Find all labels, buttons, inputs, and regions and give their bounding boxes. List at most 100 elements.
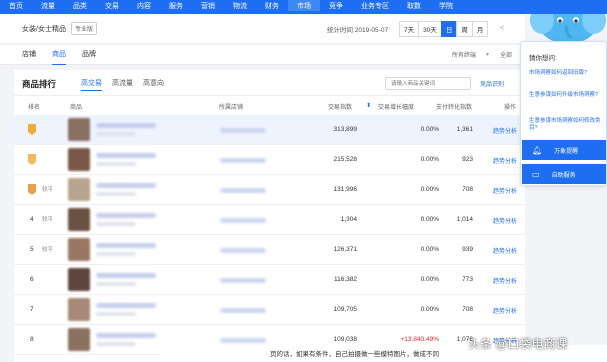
table-row[interactable]: 6 116,382 0.00% 773 趋势分析: [14, 265, 525, 295]
nav-item[interactable]: 业务专区: [352, 0, 398, 11]
nav-item[interactable]: 首页: [0, 0, 32, 11]
trend-analysis-link[interactable]: 趋势分析: [493, 156, 517, 165]
product-name-blurred[interactable]: [96, 303, 156, 308]
product-thumbnail[interactable]: [68, 268, 90, 291]
trend-analysis-link[interactable]: 趋势分析: [493, 246, 517, 255]
product-thumbnail[interactable]: [68, 328, 90, 351]
alert-button[interactable]: 🔔︎ 万象提醒: [522, 140, 606, 160]
nav-item[interactable]: 市场: [288, 0, 320, 11]
tab-high-traffic[interactable]: 高流量: [112, 78, 133, 91]
shop-name-blurred[interactable]: [220, 188, 266, 193]
nav-item[interactable]: 服务: [160, 0, 192, 11]
competitor-identify-link[interactable]: 竞品识别: [480, 79, 504, 88]
nav-item[interactable]: 内容: [128, 0, 160, 11]
range-tab[interactable]: 月: [471, 20, 489, 37]
col-conversion[interactable]: 支付转化指数: [436, 102, 472, 111]
nav-item[interactable]: 取数: [398, 0, 430, 11]
range-tab[interactable]: 7天: [399, 20, 420, 37]
shop-name-blurred[interactable]: [220, 218, 266, 223]
range-tab[interactable]: 30天: [418, 20, 442, 37]
product-thumbnail[interactable]: [68, 148, 90, 171]
shop-name-blurred[interactable]: [220, 278, 266, 283]
tab-high-intent[interactable]: 高意向: [143, 78, 164, 91]
product-name-blurred[interactable]: [96, 243, 156, 248]
table-row[interactable]: 5 较平 126,371 0.00% 939 趋势分析: [14, 235, 525, 265]
table-row[interactable]: 313,899 0.00% 1,361 趋势分析: [14, 115, 525, 145]
col-growth[interactable]: 交易增长幅度: [378, 102, 414, 111]
nav-item[interactable]: 营销: [192, 0, 224, 11]
product-name-blurred[interactable]: [96, 333, 156, 338]
range-tab[interactable]: 周: [456, 20, 473, 37]
col-rank: 排名: [28, 105, 41, 111]
filter-bar: 女装/女士精品 专业版 统计时间 2019-05-07 7天 30天日周月 <: [0, 14, 525, 44]
product-name-blurred[interactable]: [96, 273, 156, 278]
table-row[interactable]: 7 109,705 0.00% 708 趋势分析: [14, 295, 525, 325]
conversion-index: 923: [462, 156, 473, 163]
shop-name-blurred[interactable]: [220, 158, 266, 163]
nav-item[interactable]: 品类: [64, 0, 96, 11]
nav-item[interactable]: 交易: [96, 0, 128, 11]
product-name-blurred[interactable]: [96, 183, 156, 188]
col-shop: 所属店铺: [219, 105, 244, 111]
category-breadcrumb[interactable]: 女装/女士精品: [22, 24, 66, 34]
product-search-input[interactable]: [385, 77, 471, 90]
product-thumbnail[interactable]: [68, 178, 90, 201]
product-name-blurred[interactable]: [96, 123, 156, 128]
shop-name-blurred[interactable]: [220, 248, 266, 253]
rank-number: 8: [30, 336, 34, 343]
col-trade-index[interactable]: 交易指数: [328, 102, 352, 111]
product-thumbnail[interactable]: [68, 238, 90, 261]
dimension-tabs: 店铺 商品 品牌 所有终端 ▾ 全部: [0, 45, 525, 65]
conversion-index: 939: [462, 246, 473, 253]
trade-index: 109,038: [333, 336, 358, 343]
card-title: 商品排行: [22, 79, 57, 89]
terminal-select[interactable]: 所有终端: [452, 50, 476, 59]
product-sub-blurred: [96, 162, 136, 166]
trend-analysis-link[interactable]: 趋势分析: [493, 306, 517, 315]
help-question-2[interactable]: 生意参谋如何升级市场洞察?: [529, 92, 603, 99]
trade-index: 313,899: [333, 126, 358, 133]
product-thumbnail[interactable]: [68, 298, 90, 321]
nav-item[interactable]: 竞争: [320, 0, 352, 11]
help-question-3[interactable]: 生意参谋市场洞察如何修改类目?: [529, 118, 603, 132]
card-header: 商品排行 高交易 高流量 高意向 竞品识别: [14, 70, 525, 96]
nav-item[interactable]: 财务: [256, 0, 288, 11]
trend-analysis-link[interactable]: 趋势分析: [493, 276, 517, 285]
sort-down-icon[interactable]: ⬍: [366, 102, 371, 109]
device-select[interactable]: 全部: [500, 50, 512, 59]
trend-analysis-link[interactable]: 趋势分析: [493, 216, 517, 225]
stat-time: 统计时间 2019-05-07: [327, 26, 389, 34]
product-name-blurred[interactable]: [96, 153, 156, 158]
trade-index: 116,382: [333, 276, 357, 283]
nav-item[interactable]: 学院: [430, 0, 462, 11]
nav-item[interactable]: 流量: [32, 0, 64, 11]
tab-product[interactable]: 商品: [52, 45, 66, 65]
product-thumbnail[interactable]: [68, 118, 90, 141]
trade-growth: 0.00%: [420, 156, 439, 163]
product-ranking-card: 商品排行 高交易 高流量 高意向 竞品识别 排名 商品 所属店铺 交易指数 ⬍ …: [14, 70, 525, 362]
table-row[interactable]: 4 较平 1,304 0.00% 1,014 趋势分析: [14, 205, 525, 235]
table-row[interactable]: 较平 131,996 0.00% 708 趋势分析: [14, 175, 525, 205]
product-thumbnail[interactable]: [68, 208, 90, 231]
tab-shop[interactable]: 店铺: [22, 45, 36, 65]
product-sub-blurred: [96, 312, 136, 316]
trend-analysis-link[interactable]: 趋势分析: [493, 126, 517, 135]
tab-brand[interactable]: 品牌: [82, 45, 96, 65]
self-service-button[interactable]: ▭ 自助服务: [522, 164, 606, 184]
article-caption: 页的话，如果有条件，自己拍摄做一些模特图片，做成不同: [270, 351, 439, 358]
trend-analysis-link[interactable]: 趋势分析: [493, 186, 517, 195]
tab-high-trade[interactable]: 高交易: [81, 78, 102, 91]
prev-date-button[interactable]: <: [500, 25, 504, 32]
ranking-sub-tabs: 高交易 高流量 高意向: [81, 78, 174, 91]
table-row[interactable]: 215,528 0.00% 923 趋势分析: [14, 145, 525, 175]
shop-name-blurred[interactable]: [220, 308, 266, 313]
product-name-blurred[interactable]: [96, 213, 156, 218]
help-title: 猜你想问:: [529, 55, 557, 62]
nav-item[interactable]: 物流: [224, 0, 256, 11]
help-question-1[interactable]: 市场洞察如何返回旧版?: [529, 70, 603, 77]
trade-growth: +13,840.49%: [400, 336, 440, 343]
range-tab[interactable]: 日: [440, 20, 458, 37]
conversion-index: 1,361: [456, 126, 473, 133]
shop-name-blurred[interactable]: [220, 128, 266, 133]
shop-name-blurred[interactable]: [220, 338, 266, 343]
